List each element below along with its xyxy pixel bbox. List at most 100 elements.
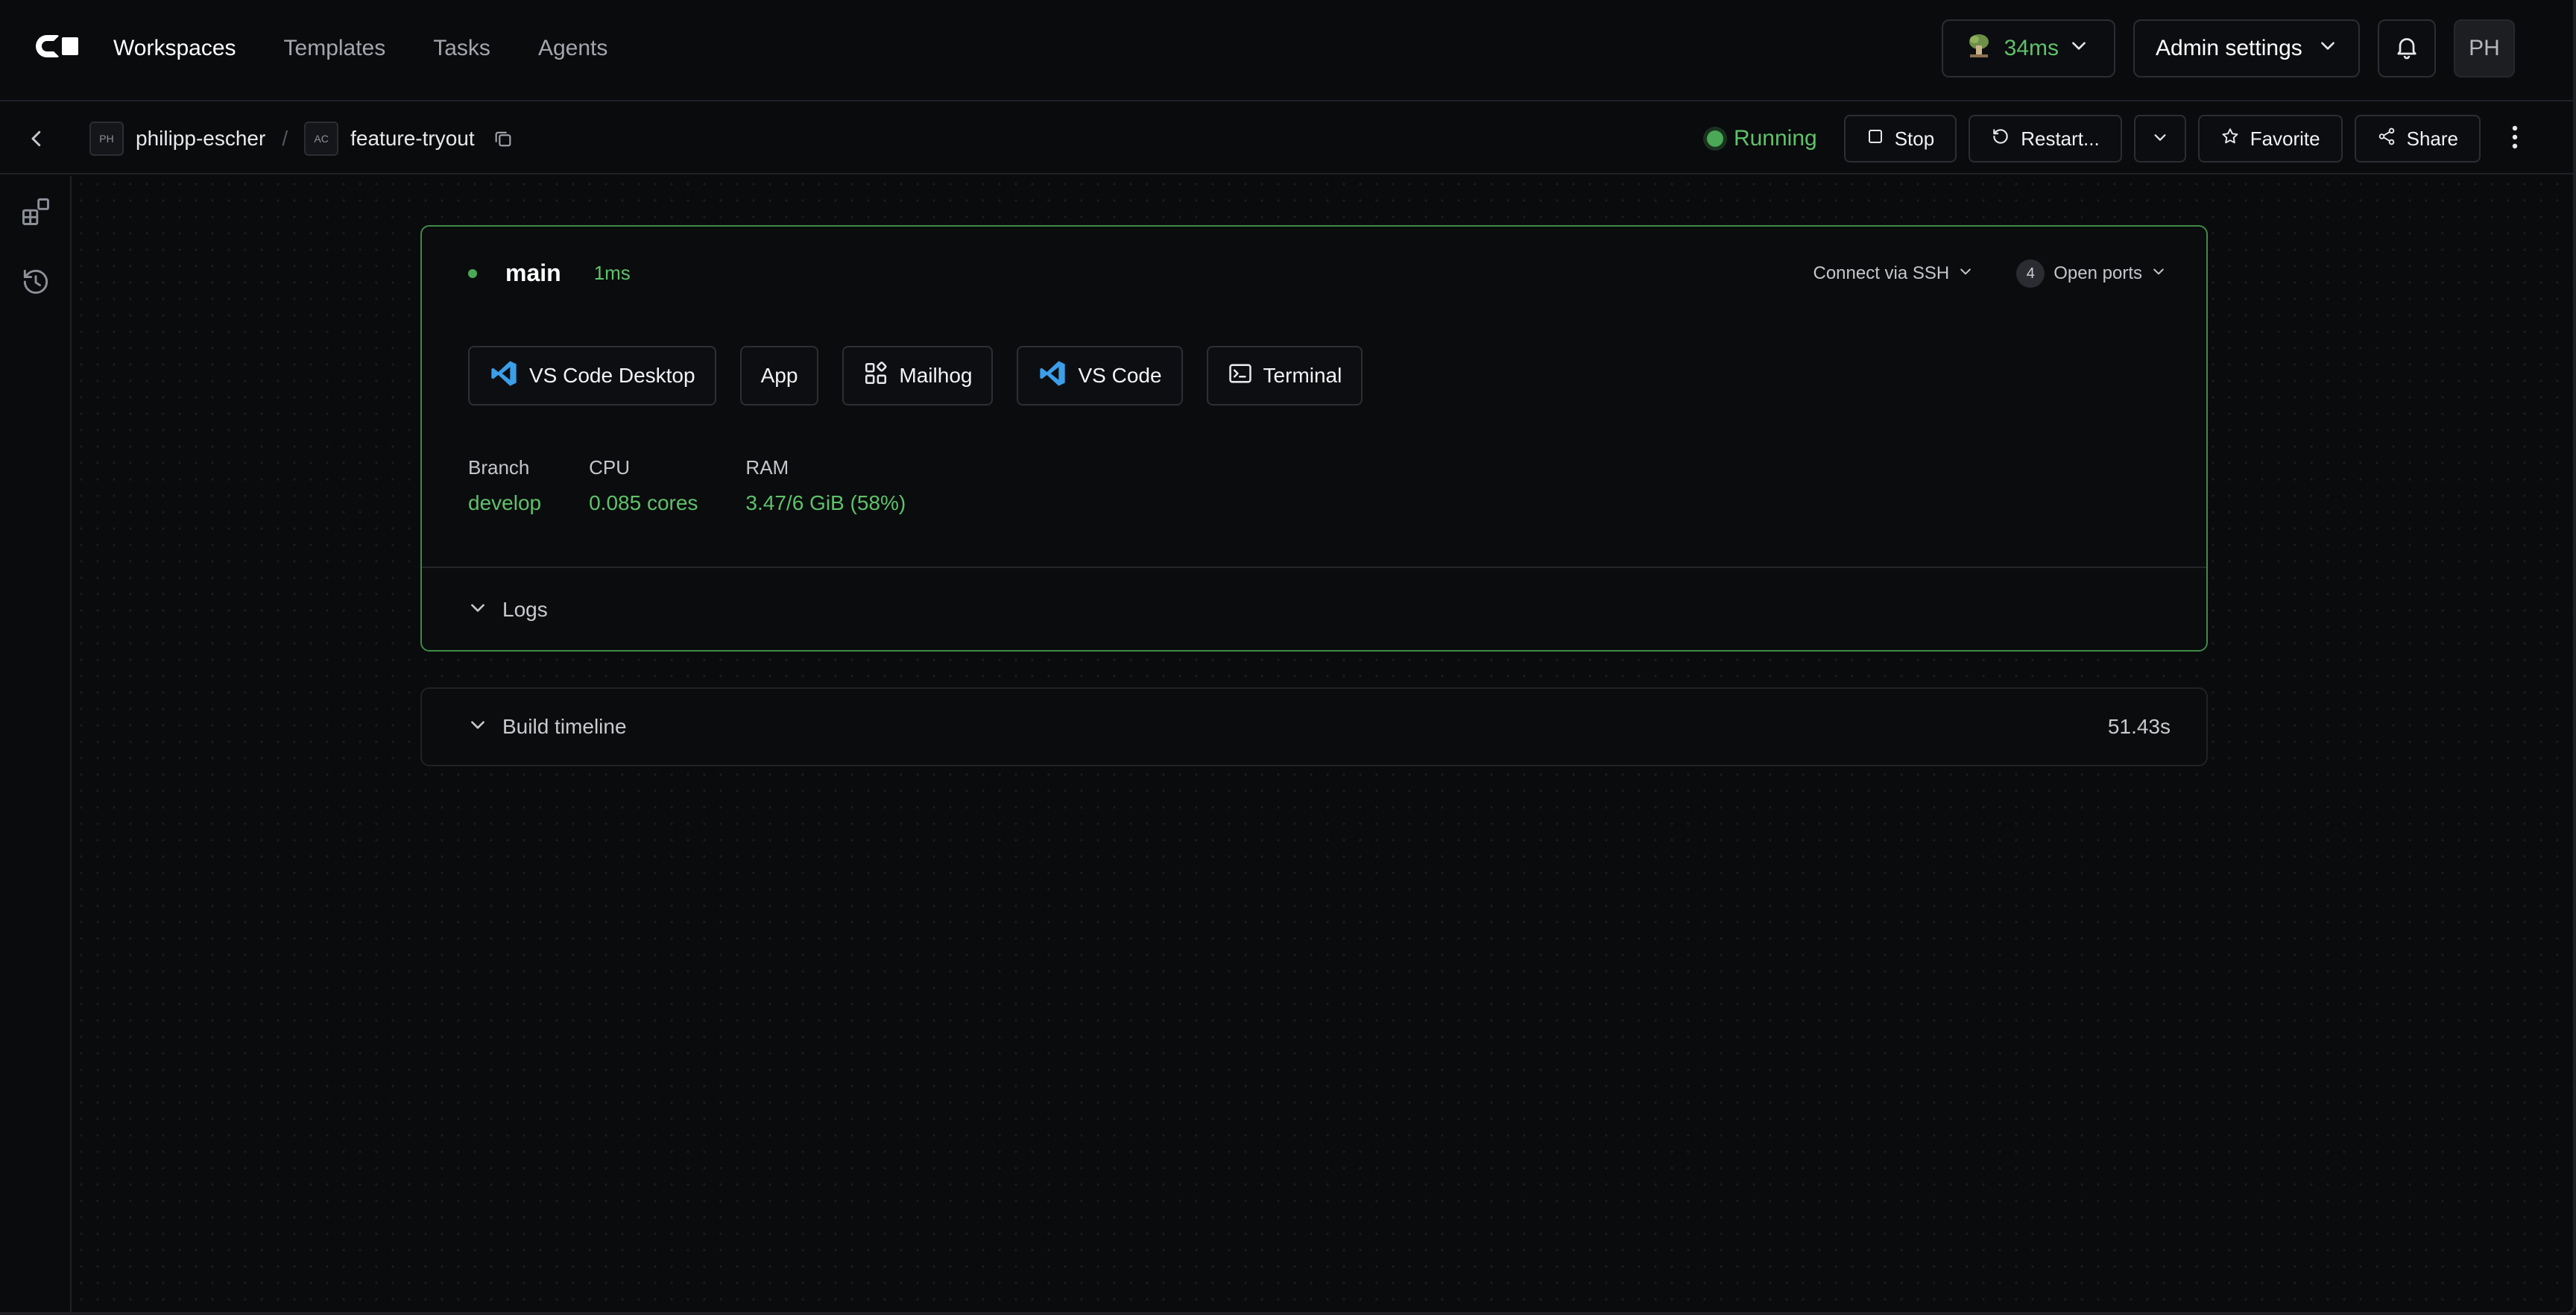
back-button[interactable] xyxy=(25,127,48,151)
app-label: App xyxy=(760,364,798,387)
stat-value: 0.085 cores xyxy=(589,491,698,514)
app-label: Terminal xyxy=(1263,364,1342,387)
stat-ram: RAM 3.47/6 GiB (58%) xyxy=(745,456,906,515)
stat-value: 3.47/6 GiB (58%) xyxy=(745,491,906,514)
chevron-left-icon xyxy=(25,130,48,154)
open-ports-label: Open ports xyxy=(2053,263,2142,283)
chevron-down-icon xyxy=(2069,36,2089,61)
build-duration: 51.43s xyxy=(2107,715,2171,738)
stop-button[interactable]: Stop xyxy=(1843,115,1957,163)
bell-icon xyxy=(2393,34,2420,64)
chevron-down-icon xyxy=(468,598,487,622)
notifications-button[interactable] xyxy=(2378,19,2436,78)
nav-workspaces[interactable]: Workspaces xyxy=(113,36,236,61)
workspace-name: feature-tryout xyxy=(350,127,475,150)
agent-card: main 1ms Connect via SSH 4 Open ports VS… xyxy=(420,225,2208,652)
app-window: Workspaces Templates Tasks Agents 34ms A… xyxy=(0,0,2576,1315)
app-app-button[interactable]: App xyxy=(739,346,819,406)
restart-icon xyxy=(1991,127,2010,151)
region-latency-button[interactable]: 34ms xyxy=(1941,19,2115,78)
terminal-icon xyxy=(1228,361,1253,391)
admin-settings-label: Admin settings xyxy=(2156,36,2302,60)
stat-label: Branch xyxy=(468,456,530,479)
app-label: Mailhog xyxy=(899,364,973,387)
app-label: VS Code Desktop xyxy=(529,364,695,387)
stat-value: develop xyxy=(468,491,542,514)
top-right-controls: 34ms Admin settings PH xyxy=(1941,19,2515,78)
nav-templates[interactable]: Templates xyxy=(284,36,386,61)
app-terminal-button[interactable]: Terminal xyxy=(1206,346,1363,406)
owner-link[interactable]: philipp-escher xyxy=(136,127,265,151)
breadcrumb: PH philipp-escher / AC feature-tryout xyxy=(89,121,514,157)
logs-label: Logs xyxy=(502,598,548,621)
build-timeline-toggle[interactable]: Build timeline 51.43s xyxy=(420,687,2208,766)
connect-ssh-button[interactable]: Connect via SSH xyxy=(1813,263,1974,284)
chevron-down-icon xyxy=(1958,263,1973,284)
resources-icon[interactable] xyxy=(19,195,52,228)
agent-connect-actions: Connect via SSH 4 Open ports xyxy=(1813,259,2167,288)
app-vscode-desktop-button[interactable]: VS Code Desktop xyxy=(468,346,716,406)
coder-logo[interactable] xyxy=(36,34,79,58)
chevron-down-icon xyxy=(468,715,487,740)
open-ports-button[interactable]: 4 Open ports xyxy=(2016,259,2166,288)
agent-card-body: main 1ms Connect via SSH 4 Open ports VS… xyxy=(422,227,2206,567)
admin-settings-dropdown[interactable]: Admin settings xyxy=(2133,19,2360,78)
agent-header: main 1ms xyxy=(468,259,631,287)
agent-status-dot-icon xyxy=(468,268,477,278)
share-button[interactable]: Share xyxy=(2354,115,2481,163)
app-mailhog-button[interactable]: Mailhog xyxy=(842,346,994,406)
star-icon xyxy=(2220,127,2240,151)
nav-agents[interactable]: Agents xyxy=(538,36,607,61)
build-timeline-header: Build timeline xyxy=(468,715,627,740)
more-options-button[interactable] xyxy=(2500,115,2530,163)
logs-toggle[interactable]: Logs xyxy=(422,567,2206,652)
status-label: Running xyxy=(1733,126,1817,151)
breadcrumb-separator: / xyxy=(282,127,288,150)
agent-latency: 1ms xyxy=(593,262,631,284)
main-content: main 1ms Connect via SSH 4 Open ports VS… xyxy=(73,176,2573,1312)
workspace-sidebar xyxy=(0,176,72,1312)
history-icon[interactable] xyxy=(19,265,52,298)
main-nav: Workspaces Templates Tasks Agents xyxy=(113,0,655,97)
stat-label: RAM xyxy=(745,456,789,479)
favorite-button[interactable]: Favorite xyxy=(2197,115,2343,163)
chevron-down-icon xyxy=(2318,36,2337,61)
stop-label: Stop xyxy=(1894,127,1935,150)
open-ports-count: 4 xyxy=(2016,259,2045,288)
agent-metadata: Branch develop CPU 0.085 cores RAM 3.47/… xyxy=(468,456,906,515)
agent-name: main xyxy=(505,259,561,286)
share-label: Share xyxy=(2406,127,2458,150)
latency-value: 34ms xyxy=(2004,36,2059,60)
chevron-down-icon xyxy=(2152,127,2168,151)
app-vscode-button[interactable]: VS Code xyxy=(1017,346,1183,406)
status-dot-icon xyxy=(1706,130,1723,147)
workspace-topbar: PH philipp-escher / AC feature-tryout Ru… xyxy=(0,103,2573,174)
region-flag-icon xyxy=(1964,31,1994,66)
workspace-actions: Running Stop Restart... Favorite Share xyxy=(1706,115,2530,163)
user-avatar[interactable]: PH xyxy=(2454,19,2515,78)
owner-avatar: PH xyxy=(89,122,124,156)
build-timeline-label: Build timeline xyxy=(502,715,627,738)
restart-label: Restart... xyxy=(2021,127,2100,150)
more-build-options-button[interactable] xyxy=(2133,115,2186,163)
status-badge: Running xyxy=(1706,126,1817,151)
stat-cpu: CPU 0.085 cores xyxy=(589,456,698,515)
workspace-avatar: AC xyxy=(304,122,339,156)
widgets-icon xyxy=(863,361,888,391)
vscode-icon xyxy=(1038,359,1067,394)
copy-icon[interactable] xyxy=(493,128,514,149)
connect-ssh-label: Connect via SSH xyxy=(1813,263,1950,283)
restart-button[interactable]: Restart... xyxy=(1969,115,2122,163)
top-navbar: Workspaces Templates Tasks Agents 34ms A… xyxy=(0,0,2573,101)
chevron-down-icon xyxy=(2151,263,2166,284)
square-icon xyxy=(1866,127,1884,151)
share-icon xyxy=(2377,127,2396,151)
stat-label: CPU xyxy=(589,456,630,479)
app-label: VS Code xyxy=(1078,364,1162,387)
nav-tasks[interactable]: Tasks xyxy=(433,36,490,61)
stat-branch: Branch develop xyxy=(468,456,541,515)
workspace-apps: VS Code Desktop App Mailhog VS Code Term… xyxy=(468,346,1363,406)
vscode-icon xyxy=(489,359,519,394)
favorite-label: Favorite xyxy=(2250,127,2320,150)
kebab-menu-icon xyxy=(2511,124,2519,154)
